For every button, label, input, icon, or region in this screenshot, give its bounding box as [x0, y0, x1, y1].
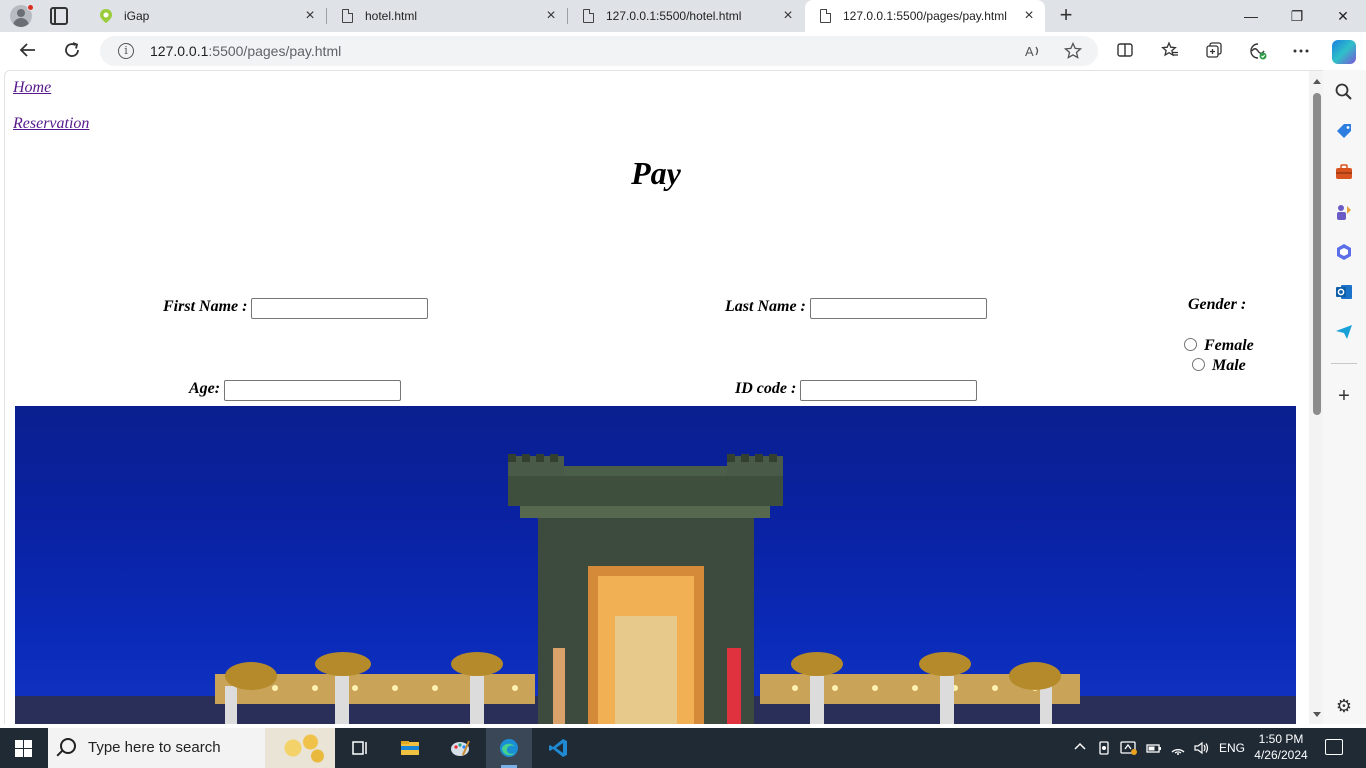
reservation-link[interactable]: Reservation: [13, 115, 89, 133]
taskbar-search-box[interactable]: Type here to search: [48, 728, 335, 768]
browser-tab-strip: iGap × hotel.html × 127.0.0.1:5500/hotel…: [0, 0, 1366, 32]
tab-label: hotel.html: [365, 9, 418, 23]
minimize-button[interactable]: —: [1228, 0, 1274, 32]
file-icon: [339, 8, 355, 24]
tab-close-icon[interactable]: ×: [302, 8, 318, 24]
url-path: :5500/pages/pay.html: [208, 43, 342, 59]
back-arrow-icon[interactable]: [17, 40, 39, 62]
edge-sidebar: + ⚙: [1323, 70, 1366, 724]
igap-icon: [98, 8, 114, 24]
sidebar-settings-gear-icon[interactable]: ⚙: [1334, 696, 1354, 716]
vscode-icon[interactable]: [535, 728, 581, 768]
shopping-tag-icon[interactable]: [1334, 122, 1354, 142]
copilot-icon[interactable]: [1332, 40, 1356, 64]
tab-close-icon[interactable]: ×: [543, 8, 559, 24]
age-input[interactable]: [224, 380, 401, 401]
refresh-icon[interactable]: [61, 40, 83, 62]
restore-button[interactable]: ❐: [1274, 0, 1320, 32]
female-radio[interactable]: [1184, 338, 1197, 351]
site-info-icon[interactable]: i: [118, 43, 134, 59]
browser-toolbar: i 127.0.0.1:5500/pages/pay.html A: [0, 32, 1366, 70]
first-name-label: First Name :: [163, 298, 248, 315]
taskbar-search-placeholder: Type here to search: [88, 739, 221, 756]
system-clock[interactable]: 1:50 PM 4/26/2024: [1250, 731, 1312, 763]
new-tab-plus-icon[interactable]: +: [1056, 4, 1076, 26]
close-window-button[interactable]: ✕: [1320, 0, 1366, 32]
last-name-label: Last Name :: [725, 298, 806, 315]
tab-localhost-hotel[interactable]: 127.0.0.1:5500/hotel.html ×: [568, 0, 804, 32]
browser-essentials-icon[interactable]: [1248, 41, 1268, 61]
tab-label: iGap: [124, 9, 150, 23]
hotel-gate-image: [15, 406, 1296, 724]
url-text[interactable]: 127.0.0.1:5500/pages/pay.html: [150, 43, 341, 59]
scrollbar-thumb[interactable]: [1313, 93, 1321, 415]
clock-time: 1:50 PM: [1258, 732, 1304, 746]
volume-icon[interactable]: [1193, 740, 1209, 759]
tab-close-icon[interactable]: ×: [780, 8, 796, 24]
edge-browser-icon[interactable]: [486, 728, 532, 768]
split-screen-icon[interactable]: [1115, 41, 1135, 61]
home-link[interactable]: Home: [13, 79, 51, 97]
notification-dot: [27, 4, 34, 11]
age-label: Age:: [189, 380, 221, 397]
task-view-icon[interactable]: [337, 728, 383, 768]
meet-now-icon[interactable]: [1097, 740, 1113, 759]
search-icon: [60, 738, 76, 754]
tab-label: 127.0.0.1:5500/pages/pay.html: [843, 9, 1007, 23]
page-title: Pay: [631, 155, 681, 191]
read-aloud-icon[interactable]: A: [1024, 42, 1042, 60]
search-highlight-image: [265, 728, 335, 768]
male-radio-label: Male: [1212, 357, 1246, 374]
file-explorer-icon[interactable]: [387, 728, 433, 768]
favorites-icon[interactable]: [1160, 41, 1180, 61]
show-hidden-icons-chevron-icon[interactable]: [1073, 740, 1087, 757]
scroll-down-arrow-icon[interactable]: [1313, 712, 1321, 717]
security-alert-icon[interactable]: [1120, 740, 1138, 759]
file-icon: [817, 8, 833, 24]
more-options-icon[interactable]: [1291, 41, 1311, 61]
first-name-input[interactable]: [251, 298, 428, 319]
gender-label: Gender :: [1188, 296, 1247, 313]
notification-center-icon[interactable]: [1325, 739, 1343, 755]
sidebar-divider: [1331, 363, 1357, 364]
favorite-star-icon[interactable]: [1063, 41, 1083, 60]
id-code-label: ID code :: [735, 380, 797, 397]
windows-taskbar: Type here to search ENG 1:50 PM 4/26/202…: [0, 728, 1366, 768]
page-viewport: Home Reservation Pay First Name : Last N…: [4, 70, 1323, 724]
clock-date: 4/26/2024: [1254, 748, 1308, 762]
outlook-icon[interactable]: [1334, 282, 1354, 302]
send-icon[interactable]: [1334, 322, 1354, 342]
address-bar[interactable]: i 127.0.0.1:5500/pages/pay.html A: [100, 36, 1098, 66]
tab-pay-active[interactable]: 127.0.0.1:5500/pages/pay.html ×: [805, 0, 1045, 32]
tools-briefcase-icon[interactable]: [1334, 162, 1354, 182]
games-icon[interactable]: [1334, 202, 1354, 222]
paint-app-icon[interactable]: [437, 728, 483, 768]
last-name-input[interactable]: [810, 298, 987, 319]
collections-icon[interactable]: [1204, 41, 1224, 61]
svg-text:A: A: [1025, 44, 1034, 59]
scroll-up-arrow-icon[interactable]: [1313, 79, 1321, 84]
tab-igap[interactable]: iGap ×: [86, 0, 326, 32]
pay-page: Home Reservation Pay First Name : Last N…: [5, 71, 1309, 724]
url-host: 127.0.0.1: [150, 43, 209, 59]
id-code-input[interactable]: [800, 380, 977, 401]
male-radio[interactable]: [1192, 358, 1205, 371]
microsoft-365-icon[interactable]: [1334, 242, 1354, 262]
language-indicator[interactable]: ENG: [1219, 741, 1245, 755]
tab-hotel[interactable]: hotel.html ×: [327, 0, 567, 32]
tab-label: 127.0.0.1:5500/hotel.html: [606, 9, 742, 23]
wifi-icon[interactable]: [1170, 740, 1186, 759]
tab-close-icon[interactable]: ×: [1021, 8, 1037, 24]
add-sidebar-app-icon[interactable]: +: [1334, 386, 1354, 406]
tab-actions-menu-icon[interactable]: [50, 7, 68, 25]
vertical-scrollbar[interactable]: [1309, 71, 1323, 724]
windows-start-icon[interactable]: [15, 740, 32, 757]
female-radio-label: Female: [1204, 337, 1254, 354]
search-icon[interactable]: [1334, 82, 1354, 102]
file-icon: [580, 8, 596, 24]
battery-icon[interactable]: [1146, 740, 1162, 759]
